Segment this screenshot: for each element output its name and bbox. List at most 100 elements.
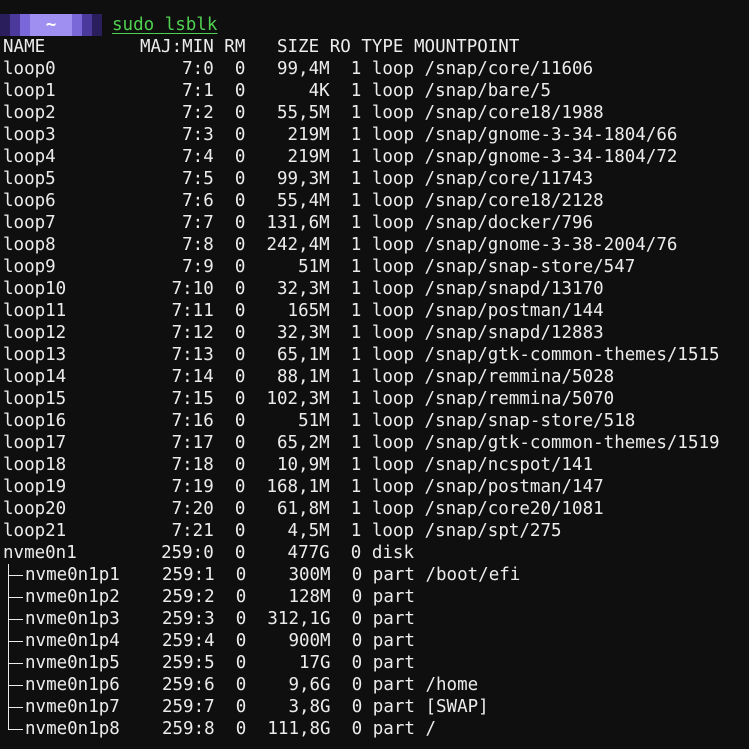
device-type: part — [372, 565, 415, 585]
device-removable: 0 — [235, 675, 247, 695]
device-size: 32,3M — [276, 279, 330, 299]
device-majmin: 7:0 — [182, 59, 214, 79]
device-removable: 0 — [234, 59, 246, 79]
device-readonly: 0 — [351, 653, 363, 673]
device-majmin: 259:1 — [161, 565, 215, 585]
device-majmin: 259:4 — [161, 631, 215, 651]
device-mountpoint: /snap/snapd/12883 — [424, 323, 604, 343]
device-removable: 0 — [234, 213, 246, 233]
device-mountpoint: /boot/efi — [425, 565, 521, 585]
device-majmin: 259:3 — [161, 609, 215, 629]
device-removable: 0 — [234, 125, 246, 145]
tree-branch-icon — [3, 608, 25, 630]
device-size: 51M — [298, 257, 330, 277]
device-removable: 0 — [235, 631, 247, 651]
device-size: 312,1G — [267, 609, 331, 629]
device-type: part — [372, 697, 415, 717]
device-type: part — [372, 719, 415, 739]
device-readonly: 1 — [350, 433, 362, 453]
device-majmin: 7:6 — [182, 191, 214, 211]
device-removable: 0 — [235, 697, 247, 717]
device-name: loop10 — [3, 279, 67, 299]
device-size: 242,4M — [266, 235, 330, 255]
device-size: 9,6G — [288, 675, 331, 695]
device-mountpoint: /snap/docker/796 — [424, 213, 594, 233]
command-argument: lsblk — [164, 15, 218, 35]
device-name: loop6 — [3, 191, 56, 211]
device-name: loop7 — [3, 213, 56, 233]
device-majmin: 7:18 — [171, 455, 214, 475]
device-type: loop — [371, 477, 414, 497]
command-text: sudo lsblk — [112, 14, 217, 36]
device-majmin: 7:13 — [171, 345, 214, 365]
device-type: part — [372, 609, 415, 629]
device-size: 111,8G — [267, 719, 331, 739]
device-readonly: 1 — [350, 477, 362, 497]
device-removable: 0 — [234, 389, 246, 409]
device-removable: 0 — [234, 81, 246, 101]
device-readonly: 1 — [350, 389, 362, 409]
device-mountpoint: /snap/gnome-3-38-2004/76 — [424, 235, 678, 255]
header-name: NAME — [3, 37, 46, 57]
device-majmin: 7:16 — [171, 411, 214, 431]
device-name: loop19 — [3, 477, 67, 497]
terminal-window[interactable]: ~ sudo lsblk NAME MAJ:MIN RM SIZE RO TYPE… — [0, 0, 749, 749]
device-name: loop12 — [3, 323, 67, 343]
device-size: 32,3M — [276, 323, 330, 343]
device-size: 55,5M — [276, 103, 330, 123]
prompt-directory: ~ — [45, 15, 57, 35]
partition-row: nvme0n1p2 259:2 0 128M 0 part — [3, 586, 720, 608]
device-name: loop8 — [3, 235, 56, 255]
device-mountpoint: /snap/bare/5 — [424, 81, 551, 101]
device-majmin: 259:2 — [161, 587, 215, 607]
device-row: loop19 7:19 0 168,1M 1 loop /snap/postma… — [3, 476, 720, 498]
device-size: 900M — [288, 631, 331, 651]
device-mountpoint: /snap/core20/1081 — [424, 499, 604, 519]
device-size: 128M — [288, 587, 331, 607]
device-type: loop — [371, 235, 414, 255]
device-size: 65,1M — [276, 345, 330, 365]
device-size: 99,4M — [276, 59, 330, 79]
device-row: loop0 7:0 0 99,4M 1 loop /snap/core/1160… — [3, 58, 720, 80]
device-majmin: 7:19 — [171, 477, 214, 497]
device-mountpoint: /snap/postman/144 — [424, 301, 604, 321]
partition-row: nvme0n1p4 259:4 0 900M 0 part — [3, 630, 720, 652]
device-majmin: 7:8 — [182, 235, 214, 255]
device-type: loop — [371, 499, 414, 519]
device-type: part — [372, 675, 415, 695]
device-name: nvme0n1p1 — [25, 565, 120, 585]
header-size: SIZE — [276, 37, 320, 57]
device-size: 65,2M — [276, 433, 330, 453]
device-type: loop — [371, 257, 414, 277]
device-type: loop — [371, 455, 414, 475]
device-type: loop — [371, 433, 414, 453]
device-size: 55,4M — [276, 191, 330, 211]
device-removable: 0 — [234, 433, 246, 453]
partition-row: nvme0n1p6 259:6 0 9,6G 0 part /home — [3, 674, 720, 696]
device-removable: 0 — [234, 477, 246, 497]
device-type: loop — [371, 59, 414, 79]
device-readonly: 1 — [350, 59, 362, 79]
device-removable: 0 — [235, 653, 247, 673]
device-name: loop18 — [3, 455, 67, 475]
device-majmin: 259:7 — [161, 697, 215, 717]
device-type: loop — [371, 103, 414, 123]
device-name: loop9 — [3, 257, 56, 277]
device-type: loop — [371, 169, 414, 189]
device-name: nvme0n1p5 — [25, 653, 120, 673]
device-majmin: 259:0 — [161, 543, 214, 563]
command-name: sudo — [112, 15, 155, 35]
device-type: loop — [371, 301, 415, 321]
tree-branch-icon — [3, 630, 25, 652]
device-readonly: 0 — [350, 543, 362, 563]
tree-branch-icon — [3, 652, 25, 674]
device-row: loop13 7:13 0 65,1M 1 loop /snap/gtk-com… — [3, 344, 720, 366]
device-type: loop — [371, 125, 415, 145]
device-readonly: 1 — [350, 257, 362, 277]
device-name: nvme0n1 — [3, 543, 77, 563]
device-row: loop8 7:8 0 242,4M 1 loop /snap/gnome-3-… — [3, 234, 720, 256]
device-mountpoint: /snap/remmina/5070 — [424, 389, 615, 409]
device-readonly: 0 — [351, 631, 363, 651]
device-size: 168,1M — [266, 477, 330, 497]
header-ro: RO — [329, 37, 351, 57]
